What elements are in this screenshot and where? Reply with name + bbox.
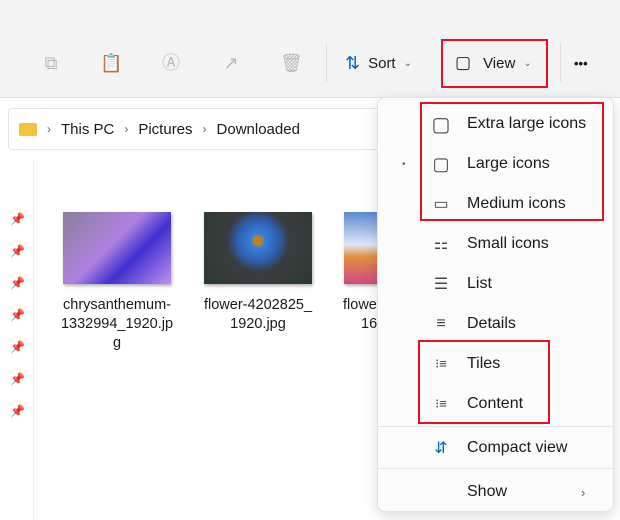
file-name: flowe <box>343 297 377 313</box>
menu-item-compact-view[interactable]: ⇵ Compact view <box>378 428 613 468</box>
sort-button[interactable]: ⇅ Sort ⌄ <box>345 45 412 81</box>
thumbnail <box>204 212 312 284</box>
pin-icon: 📌 <box>10 212 25 226</box>
chevron-right-icon: › <box>581 484 586 500</box>
sort-label: Sort <box>368 54 396 72</box>
thumbnail <box>63 212 171 284</box>
menu-item-show[interactable]: Show › <box>378 472 613 512</box>
details-icon: ≡ <box>436 315 446 332</box>
breadcrumb[interactable]: › This PC › Pictures › Downloaded <box>8 108 428 150</box>
pin-icon: 📌 <box>10 276 25 290</box>
file-name: chrysanthemum- <box>63 297 171 313</box>
pin-icon: 📌 <box>10 340 25 354</box>
file-name: 1920.jpg <box>230 316 286 332</box>
file-item[interactable]: flowe 16 <box>339 212 379 334</box>
small-icons-icon: ⚏ <box>433 236 449 253</box>
file-name: g <box>112 335 122 351</box>
highlight-tiles-content <box>418 340 550 424</box>
pin-icon: 📌 <box>10 308 25 322</box>
folder-icon <box>19 122 37 136</box>
list-icon: ☰ <box>433 276 449 293</box>
menu-item-list[interactable]: ☰ List <box>378 264 613 304</box>
navigation-pane: 📌 📌 📌 📌 📌 📌 📌 <box>0 160 34 520</box>
file-name: 16 <box>361 316 378 332</box>
thumbnail <box>344 212 379 284</box>
file-item[interactable]: flower-4202825_ 1920.jpg <box>198 212 318 334</box>
compact-view-icon: ⇵ <box>434 440 448 457</box>
breadcrumb-item[interactable]: Pictures <box>138 121 192 138</box>
delete-icon[interactable]: 🗑 <box>280 52 303 74</box>
rename-icon[interactable]: Ⓐ <box>160 52 182 74</box>
selected-bullet-icon: • <box>402 158 406 170</box>
paste-icon[interactable]: 📋 <box>100 52 122 74</box>
breadcrumb-item[interactable]: Downloaded <box>217 121 300 138</box>
breadcrumb-item[interactable]: This PC <box>61 121 114 138</box>
file-item[interactable]: chrysanthemum- 1332994_1920.jp g <box>57 212 177 353</box>
chevron-down-icon: ⌄ <box>403 57 412 69</box>
menu-item-details[interactable]: ≡ Details <box>378 304 613 344</box>
copy-icon[interactable]: ⧉ <box>40 52 62 74</box>
pin-icon: 📌 <box>10 404 25 418</box>
pin-icon: 📌 <box>10 372 25 386</box>
more-options-button[interactable]: ••• <box>574 45 588 81</box>
highlight-icon-sizes <box>420 102 604 221</box>
menu-item-small-icons[interactable]: ⚏ Small icons <box>378 224 613 264</box>
sort-icon: ⇅ <box>345 52 361 73</box>
file-name: 1332994_1920.jp <box>60 316 174 332</box>
file-name: flower-4202825_ <box>203 297 313 313</box>
share-icon[interactable]: ↗ <box>220 52 242 74</box>
highlight-view <box>441 39 548 88</box>
pin-icon: 📌 <box>10 244 25 258</box>
